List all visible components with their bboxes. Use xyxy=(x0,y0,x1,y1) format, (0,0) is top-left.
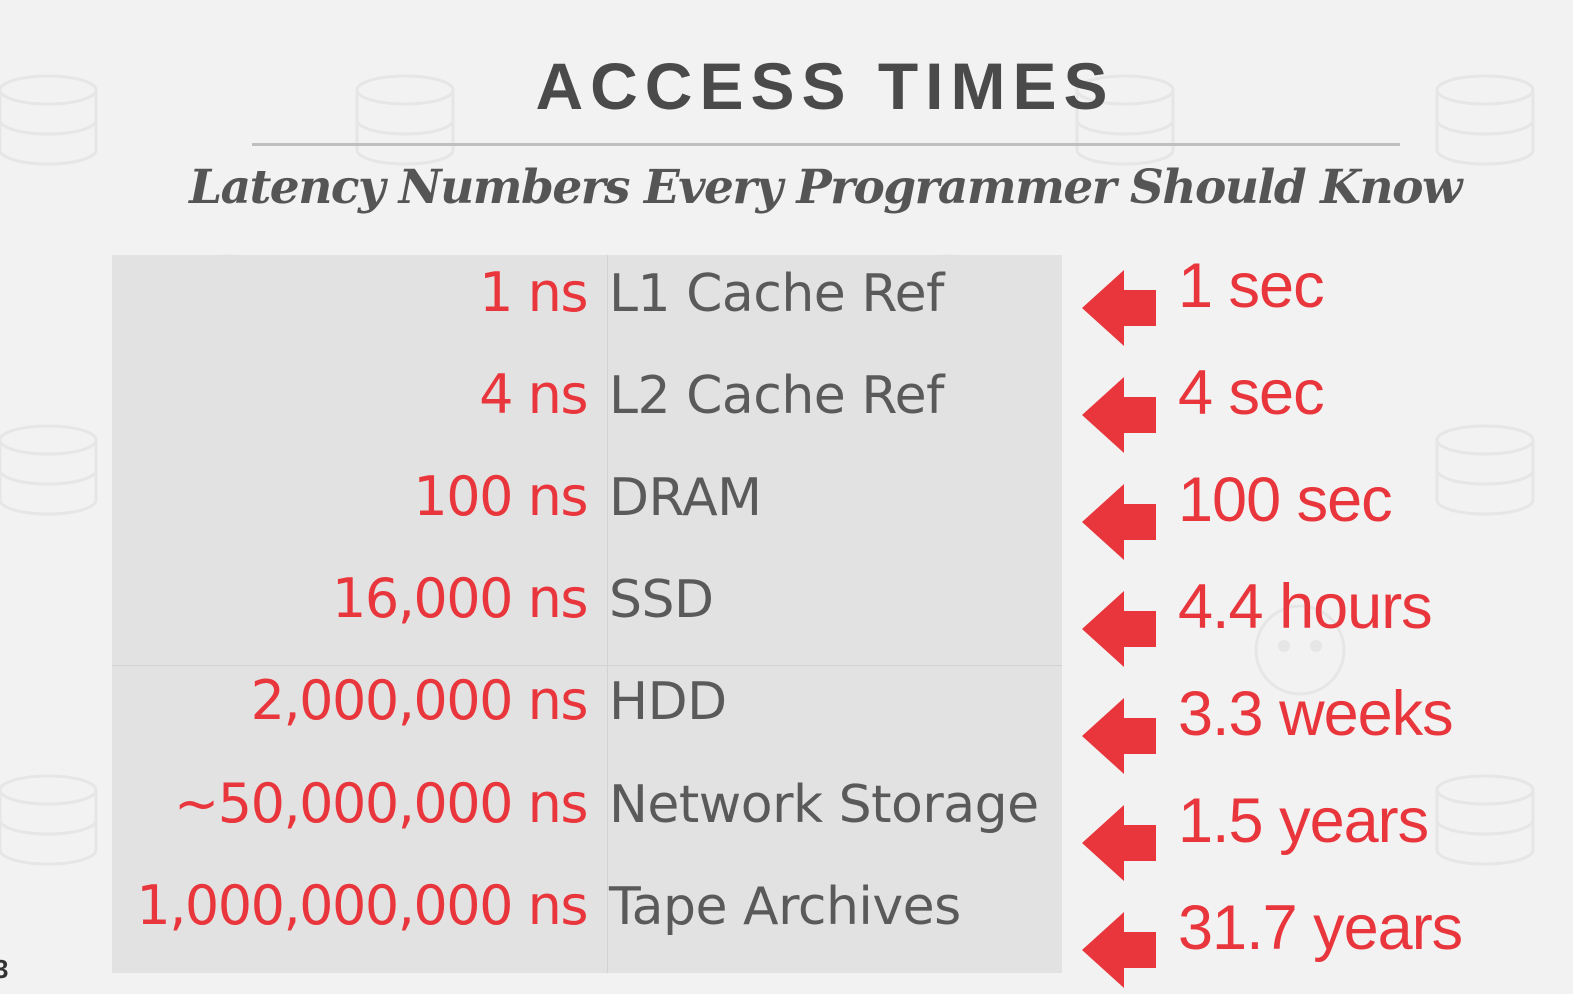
table-row: 16,000 ns SSD xyxy=(112,546,1062,648)
human-scale-item: 1.5 years xyxy=(1082,785,1542,887)
human-scale-value: 4.4 hours xyxy=(1178,572,1433,642)
device-label: HDD xyxy=(609,672,727,732)
human-scale-value: 1 sec xyxy=(1178,251,1325,321)
human-scale-item: 4.4 hours xyxy=(1082,571,1542,673)
human-scale-value: 4 sec xyxy=(1178,358,1325,428)
device-label: L1 Cache Ref xyxy=(609,264,944,324)
left-arrow-icon xyxy=(1082,698,1156,774)
table-row: ~50,000,000 ns Network Storage xyxy=(112,751,1062,853)
device-label: Tape Archives xyxy=(609,877,961,937)
human-scale-item: 3.3 weeks xyxy=(1082,678,1542,780)
latency-value: 2,000,000 ns xyxy=(250,669,589,732)
left-arrow-icon xyxy=(1082,377,1156,453)
human-scale-item: 31.7 years xyxy=(1082,892,1542,994)
slide-title: ACCESS TIMES xyxy=(535,49,1115,123)
left-arrow-icon xyxy=(1082,912,1156,988)
slide-subtitle: Latency Numbers Every Programmer Should … xyxy=(189,160,1462,215)
table-row: 1,000,000,000 ns Tape Archives xyxy=(112,853,1062,955)
latency-value: 16,000 ns xyxy=(332,567,588,630)
left-arrow-icon xyxy=(1082,805,1156,881)
title-divider xyxy=(252,143,1400,146)
device-label: DRAM xyxy=(609,468,762,528)
human-scale-value: 1.5 years xyxy=(1178,786,1429,856)
left-arrow-icon xyxy=(1082,270,1156,346)
latency-value: 100 ns xyxy=(413,465,588,528)
table-row: 2,000,000 ns HDD xyxy=(112,648,1062,750)
table-row: 100 ns DRAM xyxy=(112,444,1062,546)
device-label: L2 Cache Ref xyxy=(609,366,944,426)
human-scale-item: 4 sec xyxy=(1082,357,1542,459)
latency-value: ~50,000,000 ns xyxy=(174,772,588,835)
page-number: 3 xyxy=(0,954,9,984)
table-row: 4 ns L2 Cache Ref xyxy=(112,342,1062,444)
table-row: 1 ns L1 Cache Ref xyxy=(112,240,1062,342)
device-label: SSD xyxy=(609,570,714,630)
device-label: Network Storage xyxy=(609,775,1039,835)
human-scale-item: 100 sec xyxy=(1082,464,1542,566)
latency-value: 1,000,000,000 ns xyxy=(136,874,588,937)
latency-value: 1 ns xyxy=(479,261,588,324)
latency-value: 4 ns xyxy=(479,363,588,426)
human-scale-value: 31.7 years xyxy=(1178,893,1463,963)
human-scale-item: 1 sec xyxy=(1082,250,1542,352)
human-scale-value: 100 sec xyxy=(1178,465,1393,535)
human-scale-value: 3.3 weeks xyxy=(1178,679,1454,749)
left-arrow-icon xyxy=(1082,591,1156,667)
left-arrow-icon xyxy=(1082,484,1156,560)
